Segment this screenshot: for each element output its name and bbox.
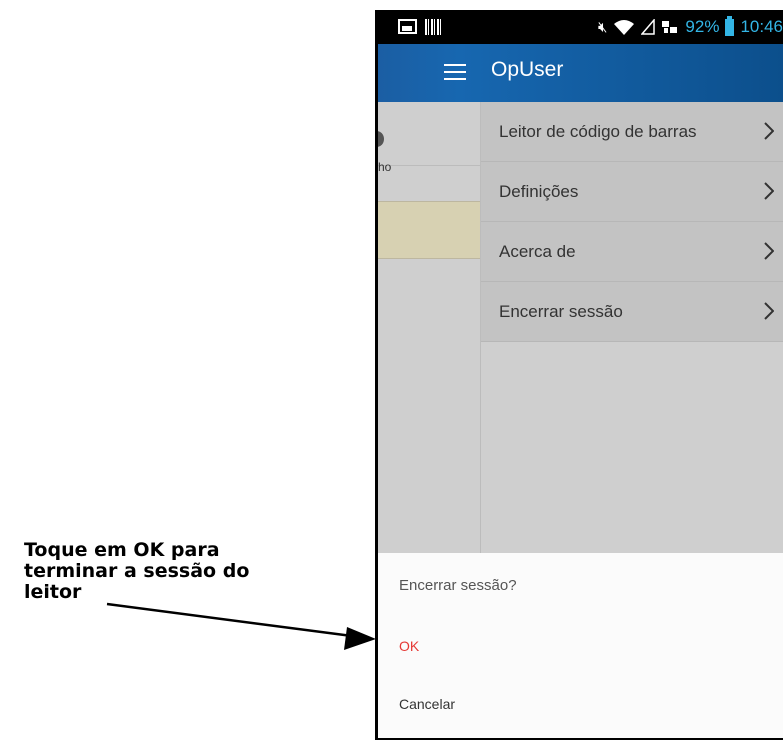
app-title: OpUser: [491, 58, 564, 81]
battery-icon: [725, 15, 735, 36]
chevron-right-icon: [764, 302, 774, 320]
drawer-item-label: Acerca de: [499, 241, 576, 261]
app-bar: OpUser: [378, 44, 783, 102]
status-time: 10:46: [740, 17, 783, 36]
annotation-callout: Toque em OK para terminar a sessão do le…: [24, 540, 324, 603]
signal-icon: [641, 19, 656, 35]
chevron-right-icon: [764, 242, 774, 260]
phone-screen: 🔇︎ 92% 10:46 OpUser ho Leitor de código …: [378, 10, 783, 738]
chevron-right-icon: [764, 182, 774, 200]
annotation-line-1: Toque em OK para: [24, 539, 220, 561]
list-icon-fragment: [378, 131, 384, 147]
drawer-item-label: Leitor de código de barras: [499, 121, 697, 141]
phone-frame: 🔇︎ 92% 10:46 OpUser ho Leitor de código …: [375, 10, 783, 740]
chevron-right-icon: [764, 122, 774, 140]
drawer-item-settings[interactable]: Definições: [481, 162, 783, 222]
list-text-fragment: cho: [378, 160, 392, 174]
wifi-icon: [614, 19, 635, 35]
drawer-item-logout[interactable]: Encerrar sessão: [481, 282, 783, 342]
data-sync-icon: [662, 21, 678, 33]
divider: [378, 165, 480, 166]
battery-percent: 92%: [685, 17, 720, 36]
drawer-item-about[interactable]: Acerca de: [481, 222, 783, 282]
logout-confirm-dialog: Encerrar sessão? OK Cancelar: [378, 553, 783, 738]
drawer-item-label: Encerrar sessão: [499, 301, 623, 321]
drawer-item-barcode-reader[interactable]: Leitor de código de barras: [481, 102, 783, 162]
status-bar: 🔇︎ 92% 10:46: [378, 10, 783, 44]
barcode-notification-icon: [425, 19, 443, 35]
dialog-title: Encerrar sessão?: [399, 577, 517, 594]
mute-icon: 🔇︎: [597, 18, 608, 36]
cancel-button[interactable]: Cancelar: [399, 696, 455, 712]
menu-icon[interactable]: [444, 64, 466, 80]
ok-button[interactable]: OK: [399, 638, 419, 654]
annotation-line-2: terminar a sessão do: [24, 560, 250, 582]
gallery-notification-icon: [398, 19, 417, 34]
highlighted-row-fragment: [378, 201, 480, 259]
annotation-line-3: leitor: [24, 581, 82, 603]
drawer-item-label: Definições: [499, 181, 579, 201]
